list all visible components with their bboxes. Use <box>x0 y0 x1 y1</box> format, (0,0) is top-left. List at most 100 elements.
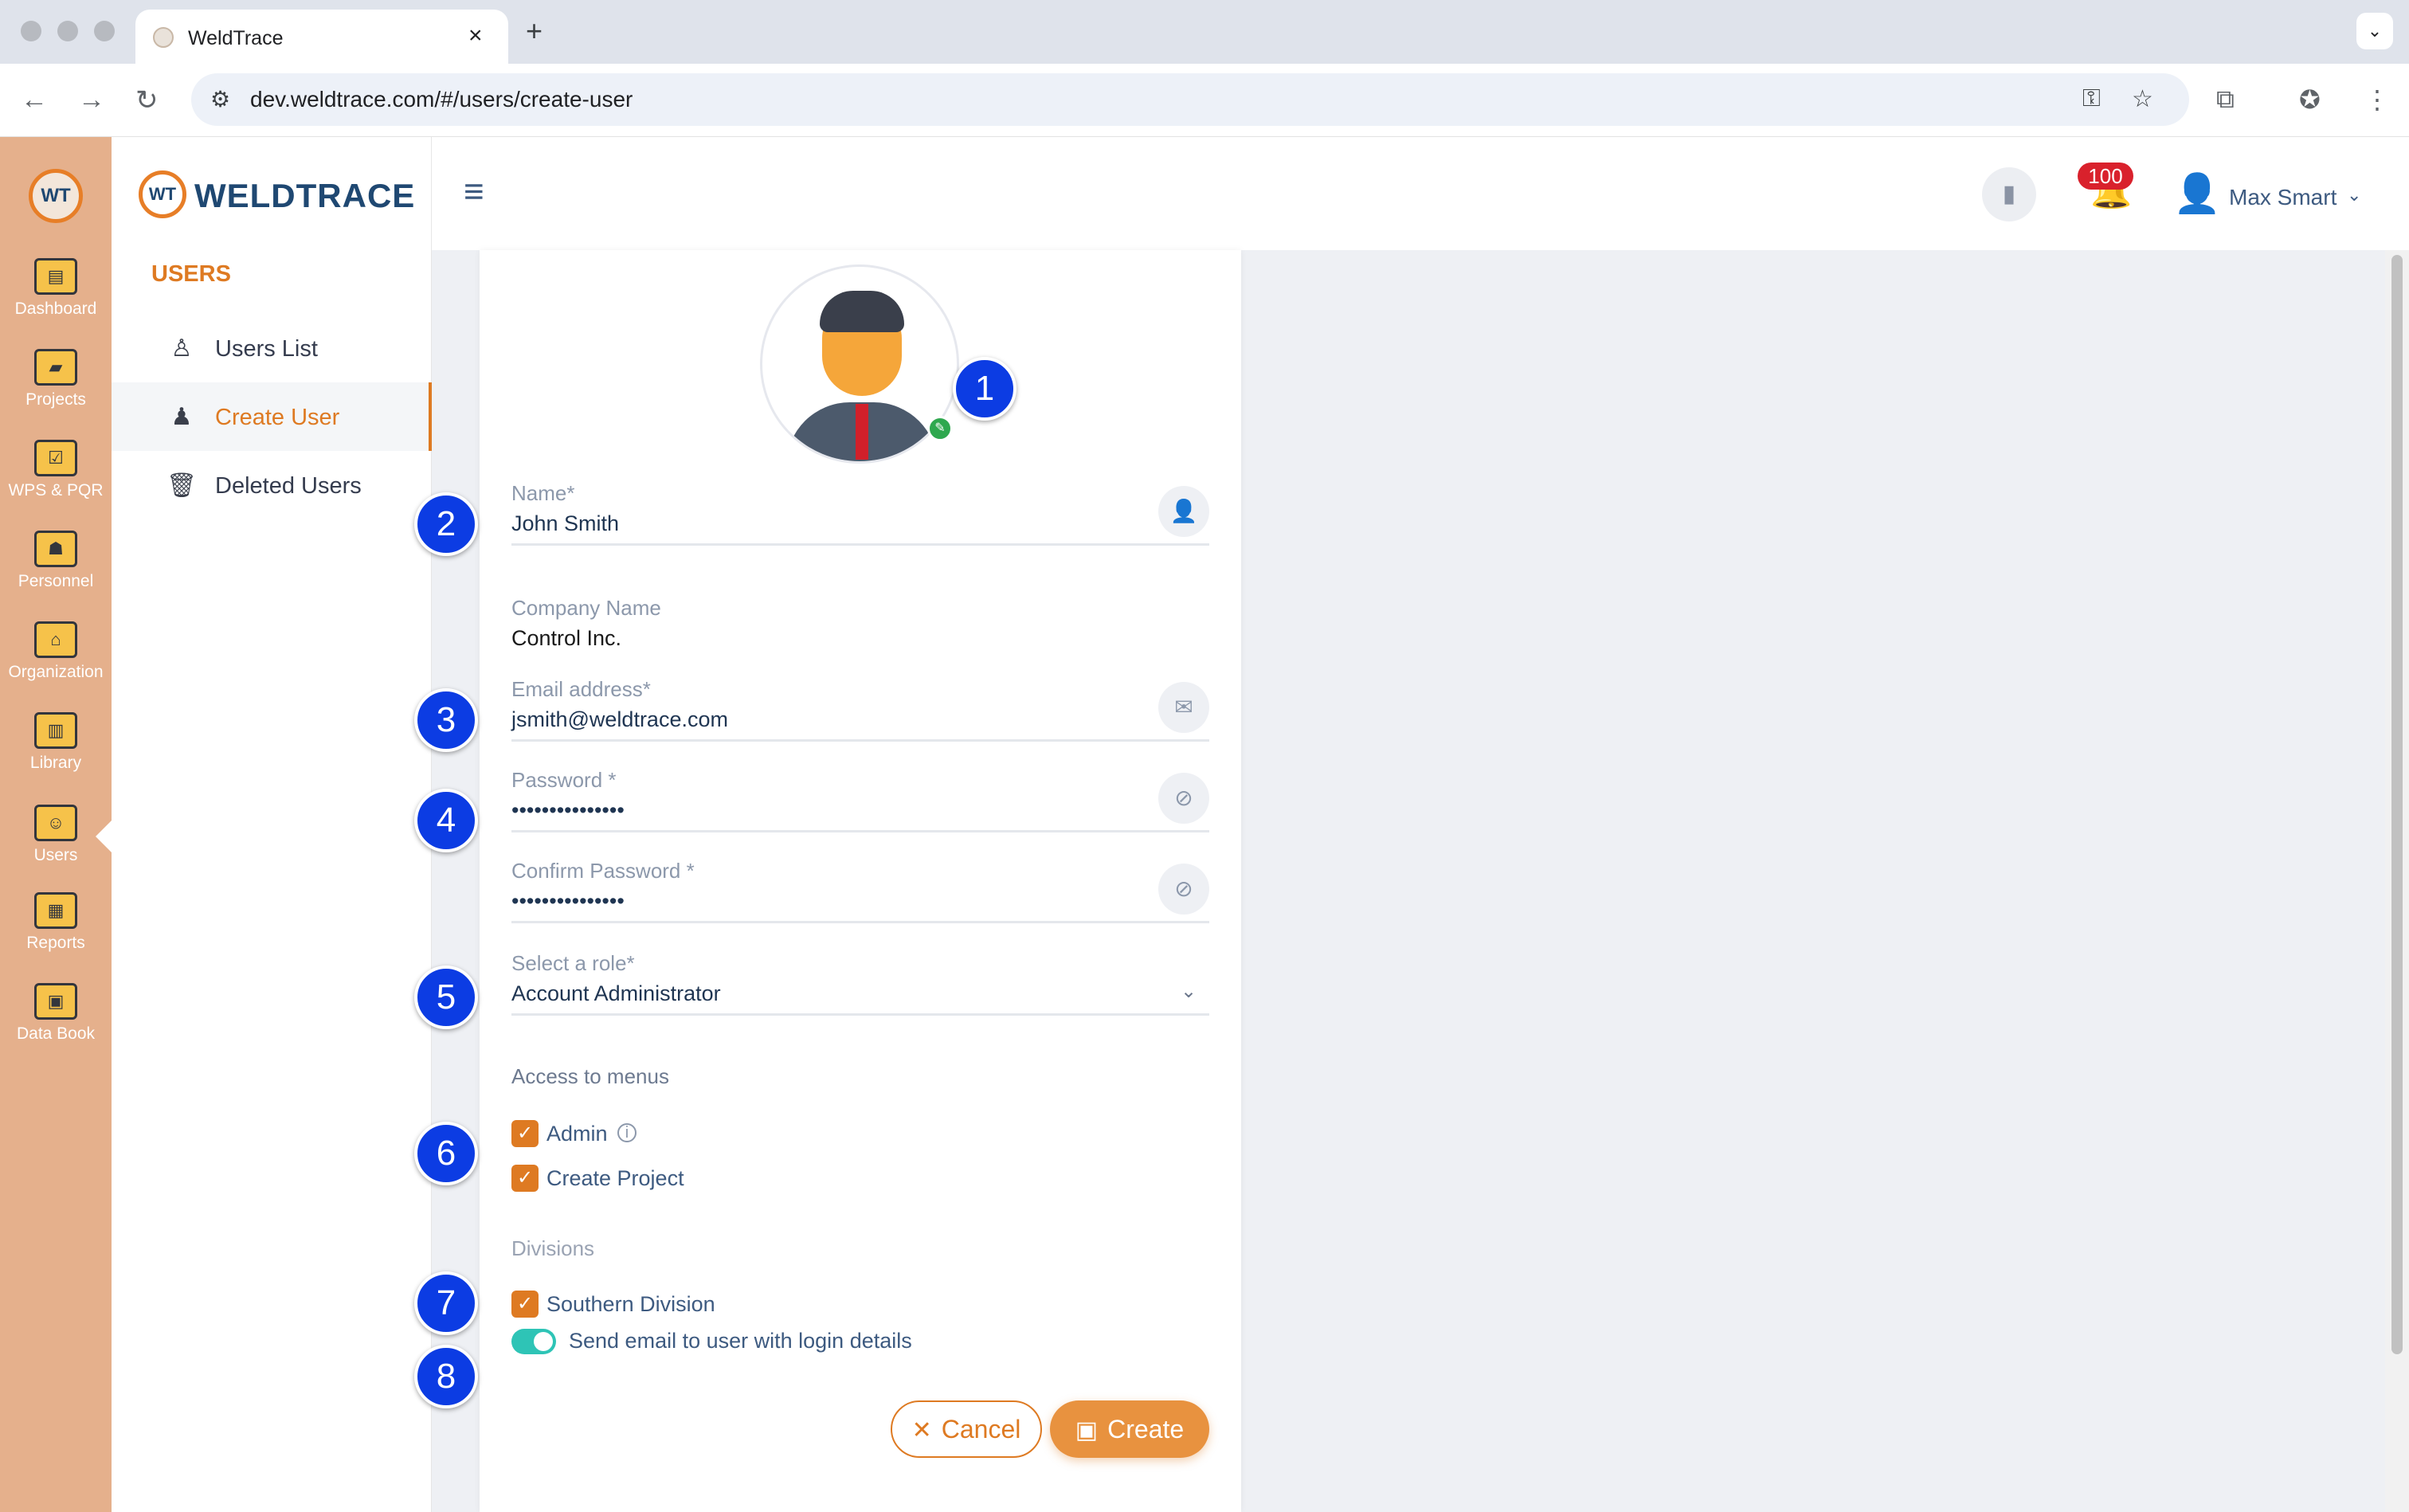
eye-slash-icon[interactable]: ⊘ <box>1158 864 1209 915</box>
callout-marker: 5 <box>414 966 478 1029</box>
new-tab-icon[interactable]: + <box>526 14 543 48</box>
tab-search-chevron-icon[interactable]: ⌄ <box>2356 13 2393 49</box>
site-settings-icon[interactable]: ⚙ <box>210 86 230 112</box>
checkbox-checked-icon[interactable]: ✓ <box>511 1291 539 1318</box>
users-icon: ☺ <box>34 805 77 841</box>
dashboard-icon: ▤ <box>34 258 77 295</box>
browser-tab-bar: WeldTrace × + ⌄ <box>0 0 2409 64</box>
info-icon[interactable]: i <box>617 1123 637 1142</box>
field-underline <box>511 1013 1209 1016</box>
users-list-icon: ♙ <box>170 335 193 362</box>
window-minimize-button[interactable] <box>57 21 78 41</box>
chevron-down-icon[interactable]: ⌄ <box>1181 980 1197 1003</box>
main-rail: WT ▤ Dashboard ▰ Projects ☑ WPS & PQR ☗ … <box>0 137 112 1512</box>
send-email-toggle[interactable] <box>511 1329 556 1354</box>
rail-label: Reports <box>26 934 85 952</box>
rail-item-dashboard[interactable]: ▤ Dashboard <box>0 258 112 319</box>
rail-item-personnel[interactable]: ☗ Personnel <box>0 531 112 591</box>
window-close-button[interactable] <box>21 21 41 41</box>
password-input[interactable]: ••••••••••••••• <box>511 798 625 823</box>
callout-marker: 8 <box>414 1345 478 1408</box>
library-icon: ▥ <box>34 712 77 749</box>
cancel-label: Cancel <box>941 1414 1021 1443</box>
address-bar[interactable]: ⚙ dev.weldtrace.com/#/users/create-user … <box>191 73 2189 126</box>
url-text[interactable]: dev.weldtrace.com/#/users/create-user <box>250 87 633 112</box>
person-icon: 👤 <box>1158 486 1209 537</box>
users-subnav: WT WELDTRACE USERS ♙ Users List ♟ Create… <box>112 137 432 1512</box>
window-zoom-button[interactable] <box>94 21 115 41</box>
scrollbar-thumb[interactable] <box>2391 255 2403 1354</box>
envelope-icon: ✉ <box>1158 682 1209 733</box>
avatar-tie <box>856 404 868 460</box>
rail-label: Dashboard <box>14 300 97 318</box>
notification-badge: 100 <box>2078 163 2133 190</box>
user-avatar[interactable]: 👤 <box>2173 169 2221 220</box>
rail-item-projects[interactable]: ▰ Projects <box>0 349 112 409</box>
field-underline <box>511 543 1209 546</box>
subnav-label: Users List <box>215 336 318 362</box>
rail-item-wps-pqr[interactable]: ☑ WPS & PQR <box>0 440 112 500</box>
tab-close-icon[interactable]: × <box>468 22 483 49</box>
profile-icon[interactable]: ✪ <box>2299 84 2321 115</box>
organization-icon: ⌂ <box>34 621 77 658</box>
subnav-item-create-user[interactable]: ♟ Create User <box>112 382 432 451</box>
confirm-password-input[interactable]: ••••••••••••••• <box>511 889 625 914</box>
access-admin-label: Admin <box>546 1122 608 1146</box>
rail-logo[interactable]: WT <box>29 169 83 223</box>
checkbox-checked-icon[interactable]: ✓ <box>511 1165 539 1192</box>
rail-item-library[interactable]: ▥ Library <box>0 712 112 773</box>
create-button[interactable]: ▣ Create <box>1050 1400 1209 1458</box>
checkbox-checked-icon[interactable]: ✓ <box>511 1120 539 1147</box>
callout-marker: 3 <box>414 688 478 752</box>
page-scrollbar[interactable] <box>2385 250 2409 1512</box>
division-southern-label: Southern Division <box>546 1292 715 1316</box>
edit-photo-pencil-icon[interactable]: ✎ <box>927 416 953 441</box>
rail-item-data-book[interactable]: ▣ Data Book <box>0 983 112 1044</box>
access-create-project-label: Create Project <box>546 1166 684 1190</box>
brand-mark: WT <box>139 170 186 218</box>
divisions-label: Divisions <box>511 1236 595 1260</box>
cancel-button[interactable]: ✕ Cancel <box>891 1400 1042 1458</box>
confirm-password-label: Confirm Password * <box>511 859 695 883</box>
field-underline <box>511 830 1209 832</box>
subnav-item-deleted-users[interactable]: 🗑 Deleted Users <box>112 451 432 519</box>
subnav-item-users-list[interactable]: ♙ Users List <box>112 314 432 382</box>
callout-marker: 4 <box>414 789 478 852</box>
reload-icon[interactable]: ↻ <box>135 84 159 116</box>
book-icon[interactable]: ▮ <box>1982 167 2036 221</box>
browser-tab[interactable]: WeldTrace × <box>135 10 508 64</box>
rail-label: WPS & PQR <box>8 481 104 499</box>
active-rail-pointer <box>96 821 112 852</box>
rail-label: Personnel <box>18 572 94 590</box>
email-input[interactable]: jsmith@weldtrace.com <box>511 707 728 732</box>
app-topbar: ≡ ▮ 🔔 100 👤 Max Smart ⌄ <box>432 137 2409 250</box>
menu-icon[interactable]: ⋮ <box>2364 84 2390 115</box>
reports-icon: ▦ <box>34 892 77 929</box>
favicon-icon <box>153 27 174 48</box>
back-icon[interactable]: ← <box>21 84 48 116</box>
rail-item-users[interactable]: ☺ Users <box>0 805 112 865</box>
rail-item-organization[interactable]: ⌂ Organization <box>0 621 112 682</box>
role-label: Select a role* <box>511 951 635 975</box>
send-email-label: Send email to user with login details <box>569 1329 912 1353</box>
bookmark-star-icon[interactable]: ☆ <box>2132 85 2153 113</box>
password-key-icon[interactable]: ⚿ <box>2082 85 2101 112</box>
extensions-icon[interactable]: ⧉ <box>2216 84 2235 115</box>
name-input[interactable]: John Smith <box>511 511 619 536</box>
browser-toolbar: ← → ↻ ⚙ dev.weldtrace.com/#/users/create… <box>0 64 2409 137</box>
role-value[interactable]: Account Administrator <box>511 981 721 1006</box>
checklist-icon: ☑ <box>34 440 77 476</box>
user-name[interactable]: Max Smart <box>2229 185 2337 210</box>
app-root: WT ▤ Dashboard ▰ Projects ☑ WPS & PQR ☗ … <box>0 137 2409 1512</box>
email-label: Email address* <box>511 677 651 701</box>
company-value: Control Inc. <box>511 626 622 650</box>
brand-logo[interactable]: WT WELDTRACE <box>139 170 414 218</box>
rail-label: Projects <box>25 390 86 409</box>
eye-slash-icon[interactable]: ⊘ <box>1158 773 1209 824</box>
rail-item-reports[interactable]: ▦ Reports <box>0 892 112 953</box>
chevron-down-icon[interactable]: ⌄ <box>2347 185 2361 206</box>
callout-marker: 7 <box>414 1271 478 1335</box>
hamburger-menu-icon[interactable]: ≡ <box>464 172 484 212</box>
databook-icon: ▣ <box>34 983 77 1020</box>
forward-icon[interactable]: → <box>78 84 105 116</box>
